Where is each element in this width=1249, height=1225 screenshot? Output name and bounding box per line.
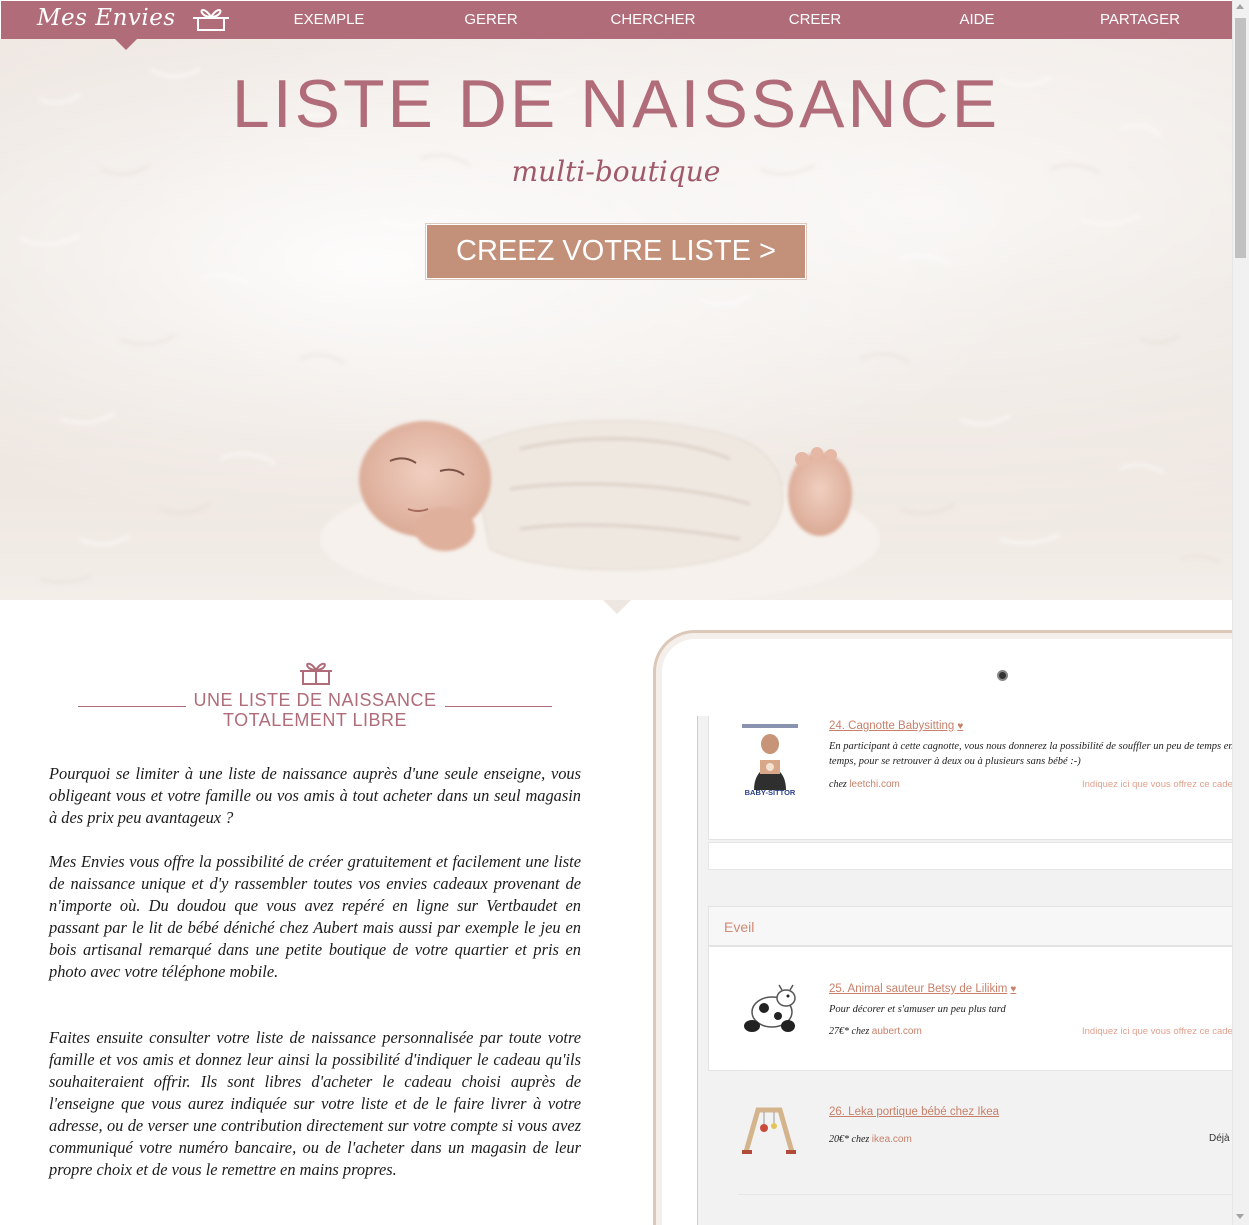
card-footer bbox=[708, 842, 1233, 870]
item-name-text[interactable]: 24. Cagnotte Babysitting bbox=[829, 720, 954, 732]
section-title: UNE LISTE DE NAISSANCE TOTALEMENT LIBRE bbox=[190, 690, 440, 730]
item-price: 27€* bbox=[829, 1026, 849, 1037]
active-indicator bbox=[114, 38, 138, 50]
item-desc: En participant à cette cagnotte, vous no… bbox=[829, 741, 1233, 767]
baby-photo bbox=[320, 420, 880, 600]
tablet-camera bbox=[997, 670, 1008, 681]
cow-toy-image bbox=[744, 984, 796, 1032]
offer-link[interactable]: Indiquez ici que vous offrez ce cadeau bbox=[1082, 779, 1233, 790]
separator bbox=[738, 1194, 1233, 1195]
baby-gym-image bbox=[742, 1107, 796, 1154]
item-name-24[interactable]: 24. Cagnotte Babysitting ♥ bbox=[829, 720, 963, 732]
divider-left bbox=[78, 706, 186, 707]
nav-gerer[interactable]: GERER bbox=[426, 1, 556, 39]
hero-title: LISTE DE NAISSANCE bbox=[231, 66, 1001, 142]
nav-exemple[interactable]: EXEMPLE bbox=[264, 1, 394, 39]
chez-label: chez bbox=[829, 779, 847, 790]
item-shop: 20€* chez ikea.com bbox=[829, 1134, 912, 1145]
hero-subtitle: multi-boutique bbox=[511, 155, 721, 188]
heart-icon: ♥ bbox=[1010, 984, 1017, 995]
item-price: 20€* bbox=[829, 1134, 849, 1145]
item-name-25[interactable]: 25. Animal sauteur Betsy de Lilikim ♥ bbox=[829, 983, 1016, 995]
scroll-down-icon[interactable] bbox=[1236, 1214, 1244, 1219]
chez-label: chez bbox=[851, 1026, 870, 1037]
group-header bbox=[708, 906, 1233, 946]
paragraph-intro: Pourquoi se limiter à une liste de naiss… bbox=[49, 764, 581, 827]
divider-right bbox=[445, 706, 552, 707]
logo-text: Mes Envies bbox=[37, 5, 176, 31]
create-list-button[interactable]: CREEZ VOTRE LISTE > bbox=[426, 224, 806, 279]
nav-creer[interactable]: CREER bbox=[750, 1, 880, 39]
scrollbar-thumb[interactable] bbox=[1235, 18, 1246, 258]
tablet-screen: BABY-SITTOR 24. Cagnotte Babysitting ♥ En… bbox=[697, 716, 1233, 1225]
logo[interactable]: Mes Envies bbox=[37, 4, 230, 32]
heart-icon: ♥ bbox=[957, 721, 964, 732]
gift-icon bbox=[192, 9, 229, 31]
item-name-text[interactable]: 25. Animal sauteur Betsy de Lilikim bbox=[829, 983, 1007, 995]
section-title-line2: TOTALEMENT LIBRE bbox=[222, 710, 408, 730]
babysitter-image: BABY-SITTOR bbox=[740, 720, 800, 798]
offer-link[interactable]: Indiquez ici que vous offrez ce cadeau bbox=[1082, 1026, 1233, 1037]
paragraph-features: Mes Envies vous offre la possibilité de … bbox=[49, 852, 581, 981]
scroll-up-icon[interactable] bbox=[1236, 4, 1244, 9]
offered-status: Déjà bbox=[1209, 1133, 1230, 1144]
shop-link[interactable]: ikea.com bbox=[872, 1134, 912, 1145]
item-shop: chez leetchi.com bbox=[829, 779, 900, 790]
gift-icon bbox=[300, 662, 332, 685]
item-shop: 27€* chez aubert.com bbox=[829, 1026, 922, 1037]
shop-link[interactable]: aubert.com bbox=[872, 1026, 922, 1037]
item-name-26[interactable]: 26. Leka portique bébé chez Ikea bbox=[829, 1106, 999, 1118]
group-title: Eveil bbox=[724, 919, 755, 935]
shop-link[interactable]: leetchi.com bbox=[849, 779, 900, 790]
chez-label: chez bbox=[851, 1134, 870, 1145]
section-title-line1: UNE LISTE DE NAISSANCE bbox=[193, 690, 437, 710]
nav-partager[interactable]: PARTAGER bbox=[1075, 1, 1205, 39]
nav-chercher[interactable]: CHERCHER bbox=[588, 1, 718, 39]
babysitter-image-label: BABY-SITTOR bbox=[745, 788, 796, 797]
hero-banner: LISTE DE NAISSANCE multi-boutique CREEZ … bbox=[0, 39, 1232, 600]
nav-aide[interactable]: AIDE bbox=[912, 1, 1042, 39]
paragraph-sharing: Faites ensuite consulter votre liste de … bbox=[49, 1028, 581, 1179]
item-desc: Pour décorer et s'amuser un peu plus tar… bbox=[829, 1004, 1006, 1015]
hero-notch bbox=[603, 600, 631, 614]
separator bbox=[738, 1070, 1233, 1071]
top-nav: Mes Envies EXEMPLE GERER CHERCHER CREER … bbox=[1, 1, 1232, 39]
